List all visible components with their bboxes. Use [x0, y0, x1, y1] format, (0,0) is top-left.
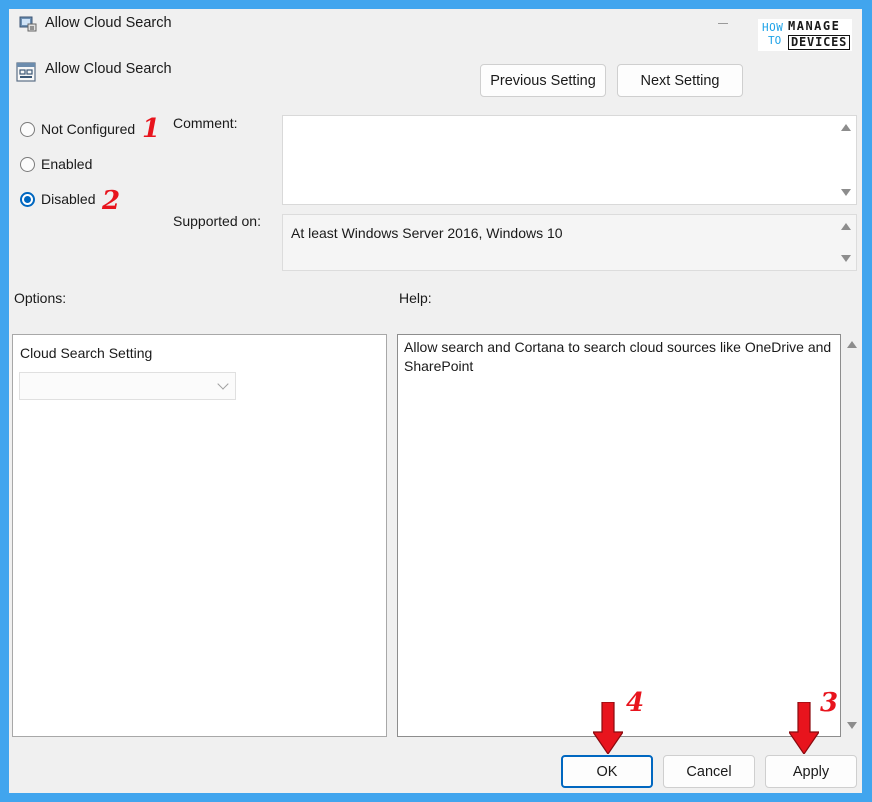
radio-circle[interactable]: [20, 121, 35, 137]
scroll-up-icon[interactable]: [841, 124, 851, 131]
help-section-label: Help:: [399, 290, 432, 306]
radio-enabled-label: Enabled: [41, 156, 93, 172]
scroll-down-icon[interactable]: [841, 255, 851, 262]
policy-editor-icon: [19, 16, 37, 32]
radio-circle-checked[interactable]: [20, 191, 35, 207]
options-section-label: Options:: [14, 290, 67, 306]
red-arrow-down-icon: [789, 702, 819, 754]
supported-on-label: Supported on:: [173, 213, 261, 229]
annotation-number-1: 1: [142, 114, 161, 144]
help-scroll-up-icon[interactable]: [847, 341, 857, 348]
radio-circle[interactable]: [20, 156, 35, 172]
previous-setting-button[interactable]: Previous Setting: [480, 64, 606, 97]
policy-dialog: Allow Cloud Search HOW TO MANAGE DEVICES…: [9, 9, 862, 793]
annotation-number-2: 2: [102, 186, 121, 216]
apply-button[interactable]: Apply: [765, 755, 857, 788]
next-setting-button[interactable]: Next Setting: [617, 64, 743, 97]
supported-on-box: At least Windows Server 2016, Windows 10: [282, 214, 857, 271]
scroll-down-icon[interactable]: [841, 189, 851, 196]
annotation-number-3: 3: [820, 688, 839, 718]
logo-how-text: HOW: [762, 21, 784, 34]
policy-setting-icon: [16, 62, 36, 82]
ok-button[interactable]: OK: [561, 755, 653, 788]
chevron-down-icon: [217, 378, 229, 390]
annotation-number-4: 4: [626, 688, 645, 718]
radio-not-configured[interactable]: Not Configured: [20, 121, 135, 137]
comment-label: Comment:: [173, 115, 238, 131]
howtomanagedevices-logo: HOW TO MANAGE DEVICES: [758, 19, 852, 51]
cloud-search-setting-label: Cloud Search Setting: [20, 345, 153, 361]
radio-not-configured-label: Not Configured: [41, 121, 136, 137]
policy-title: Allow Cloud Search: [45, 61, 172, 77]
radio-disabled[interactable]: Disabled: [20, 191, 95, 207]
logo-to-text: TO: [768, 34, 782, 47]
radio-disabled-label: Disabled: [41, 191, 96, 207]
help-text: Allow search and Cortana to search cloud…: [404, 339, 832, 374]
window-title: Allow Cloud Search: [45, 15, 172, 31]
minimize-icon[interactable]: [718, 23, 728, 24]
help-panel: Allow search and Cortana to search cloud…: [397, 334, 841, 737]
options-panel: Cloud Search Setting: [12, 334, 387, 737]
radio-enabled[interactable]: Enabled: [20, 156, 92, 172]
red-arrow-down-icon: [593, 702, 623, 754]
supported-on-value: At least Windows Server 2016, Windows 10: [291, 225, 563, 241]
cancel-button[interactable]: Cancel: [663, 755, 755, 788]
scroll-up-icon[interactable]: [841, 223, 851, 230]
comment-textbox[interactable]: [282, 115, 857, 205]
logo-manage-text: MANAGE: [788, 19, 841, 33]
help-scroll-down-icon[interactable]: [847, 722, 857, 729]
logo-devices-text: DEVICES: [788, 35, 851, 50]
cloud-search-setting-dropdown[interactable]: [19, 372, 236, 400]
